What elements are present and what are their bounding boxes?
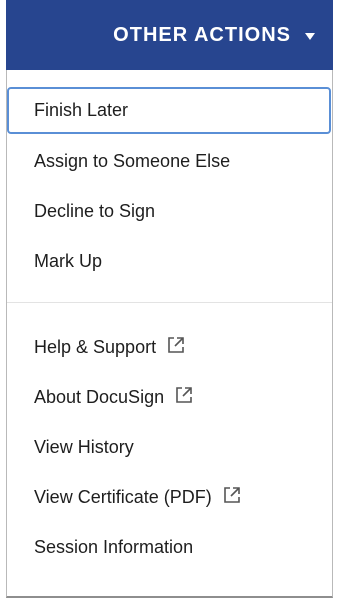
menu-item-label: Session Information [34, 536, 194, 557]
external-link-icon [168, 337, 184, 353]
menu-item-label: Decline to Sign [34, 200, 156, 221]
menu-item-view-history[interactable]: View History [7, 422, 332, 472]
menu-item-mark-up[interactable]: Mark Up [7, 236, 332, 286]
other-actions-label: OTHER ACTIONS [113, 23, 291, 46]
menu-item-finish-later[interactable]: Finish Later [7, 87, 331, 134]
menu-item-help-and-support[interactable]: Help & Support [7, 322, 332, 372]
menu-group-info: Help & Support About DocuSign View Histo… [7, 322, 332, 572]
menu-item-session-information[interactable]: Session Information [7, 522, 332, 572]
menu-item-label: Mark Up [34, 250, 103, 271]
menu-item-label: View History [34, 436, 134, 457]
menu-item-label: Help & Support [34, 336, 157, 357]
caret-down-icon [305, 32, 315, 40]
other-actions-button[interactable]: OTHER ACTIONS [6, 0, 333, 70]
menu-item-view-certificate[interactable]: View Certificate (PDF) [7, 472, 332, 522]
menu-item-label: Assign to Someone Else [34, 150, 231, 171]
menu-item-label: Finish Later [34, 100, 129, 120]
other-actions-dropdown: OTHER ACTIONS Finish Later Assign to Som… [0, 0, 339, 601]
external-link-icon [223, 487, 240, 503]
actions-menu: Finish Later Assign to Someone Else Decl… [6, 70, 333, 598]
menu-item-label: View Certificate (PDF) [34, 486, 212, 507]
menu-item-about-docusign[interactable]: About DocuSign [7, 372, 332, 422]
menu-group-signing: Finish Later Assign to Someone Else Decl… [7, 86, 332, 286]
menu-item-assign-to-someone-else[interactable]: Assign to Someone Else [7, 136, 332, 186]
menu-divider [7, 302, 332, 303]
external-link-icon [176, 387, 192, 403]
menu-item-label: About DocuSign [34, 386, 165, 407]
menu-item-decline-to-sign[interactable]: Decline to Sign [7, 186, 332, 236]
